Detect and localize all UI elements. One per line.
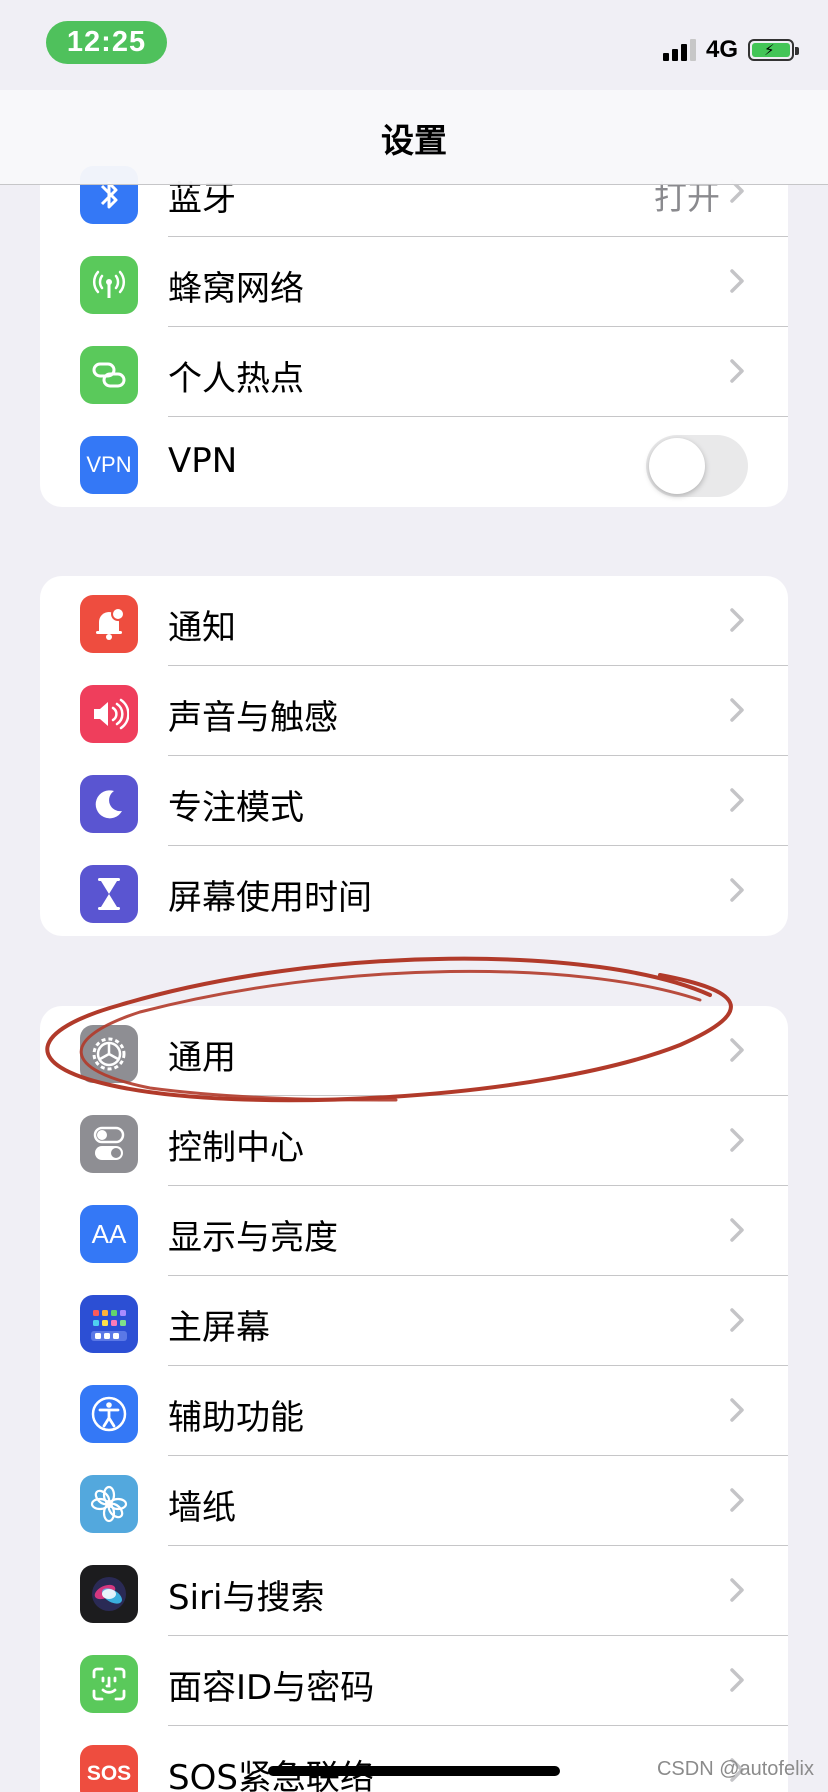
sos-icon: SOS xyxy=(80,1745,138,1792)
settings-row-wallpaper[interactable]: 墙纸 xyxy=(40,1456,788,1546)
chevron-right-icon xyxy=(730,1488,744,1512)
row-label: 辅助功能 xyxy=(168,1398,304,1438)
page-title: 设置 xyxy=(381,121,447,160)
chevron-right-icon xyxy=(730,359,744,383)
chevron-right-icon xyxy=(730,1668,744,1692)
chevron-right-icon xyxy=(730,1128,744,1152)
row-label: 蜂窝网络 xyxy=(168,269,304,309)
vpn-icon: VPN xyxy=(80,436,138,494)
chevron-right-icon xyxy=(730,878,744,902)
row-label: 通知 xyxy=(168,608,236,648)
moon-icon xyxy=(80,775,138,833)
accessibility-icon xyxy=(80,1385,138,1443)
vpn-toggle[interactable] xyxy=(646,435,748,497)
row-label: 专注模式 xyxy=(168,788,304,828)
row-label: 主屏幕 xyxy=(168,1308,270,1348)
chevron-right-icon xyxy=(730,1398,744,1422)
chevron-right-icon xyxy=(730,1578,744,1602)
row-label: 墙纸 xyxy=(168,1488,236,1528)
row-label: 通用 xyxy=(168,1038,236,1078)
settings-row-home-screen[interactable]: 主屏幕 xyxy=(40,1276,788,1366)
settings-row-display[interactable]: AA 显示与亮度 xyxy=(40,1186,788,1276)
row-label: 显示与亮度 xyxy=(168,1218,338,1258)
chevron-right-icon xyxy=(730,1038,744,1062)
face-id-icon xyxy=(80,1655,138,1713)
settings-row-hotspot[interactable]: 个人热点 xyxy=(40,327,788,417)
hourglass-icon xyxy=(80,865,138,923)
watermark: CSDN @autofelix xyxy=(656,1758,814,1780)
chevron-right-icon xyxy=(730,608,744,632)
home-indicator[interactable] xyxy=(268,1766,560,1776)
settings-list[interactable]: 蓝牙 打开 蜂窝网络 个人热点 VPN VPN 通知 声音与触感 专注模式 屏幕… xyxy=(0,0,828,1792)
settings-row-sounds[interactable]: 声音与触感 xyxy=(40,666,788,756)
flower-icon xyxy=(80,1475,138,1533)
row-label: Siri与搜索 xyxy=(168,1578,325,1618)
row-label: 屏幕使用时间 xyxy=(168,878,372,918)
row-label: 面容ID与密码 xyxy=(168,1668,375,1708)
bell-icon xyxy=(80,595,138,653)
chevron-right-icon xyxy=(730,698,744,722)
antenna-icon xyxy=(80,256,138,314)
text-size-icon: AA xyxy=(80,1205,138,1263)
settings-row-notifications[interactable]: 通知 xyxy=(40,576,788,666)
navigation-bar: 设置 xyxy=(0,90,828,185)
gear-icon xyxy=(80,1025,138,1083)
settings-row-screen-time[interactable]: 屏幕使用时间 xyxy=(40,846,788,936)
chevron-right-icon xyxy=(730,1218,744,1242)
settings-row-accessibility[interactable]: 辅助功能 xyxy=(40,1366,788,1456)
home-screen-icon xyxy=(80,1295,138,1353)
settings-row-vpn[interactable]: VPN VPN xyxy=(40,417,788,507)
switches-icon xyxy=(80,1115,138,1173)
settings-group-connectivity: 蓝牙 打开 蜂窝网络 个人热点 VPN VPN xyxy=(40,147,788,507)
siri-icon xyxy=(80,1565,138,1623)
chevron-right-icon xyxy=(730,269,744,293)
row-label: VPN xyxy=(168,441,238,481)
row-label: 个人热点 xyxy=(168,359,304,399)
link-icon xyxy=(80,346,138,404)
settings-row-cellular[interactable]: 蜂窝网络 xyxy=(40,237,788,327)
chevron-right-icon xyxy=(730,1308,744,1332)
speaker-icon xyxy=(80,685,138,743)
row-label: 控制中心 xyxy=(168,1128,304,1168)
settings-row-general[interactable]: 通用 xyxy=(40,1006,788,1096)
settings-group-general: 通用 控制中心 AA 显示与亮度 主屏幕 辅助功能 墙纸 Siri与搜索 面容I… xyxy=(40,1006,788,1792)
settings-group-notifications: 通知 声音与触感 专注模式 屏幕使用时间 xyxy=(40,576,788,936)
settings-row-focus[interactable]: 专注模式 xyxy=(40,756,788,846)
chevron-right-icon xyxy=(730,788,744,812)
settings-row-siri[interactable]: Siri与搜索 xyxy=(40,1546,788,1636)
settings-row-control-center[interactable]: 控制中心 xyxy=(40,1096,788,1186)
row-label: 声音与触感 xyxy=(168,698,338,738)
settings-row-face-id[interactable]: 面容ID与密码 xyxy=(40,1636,788,1726)
